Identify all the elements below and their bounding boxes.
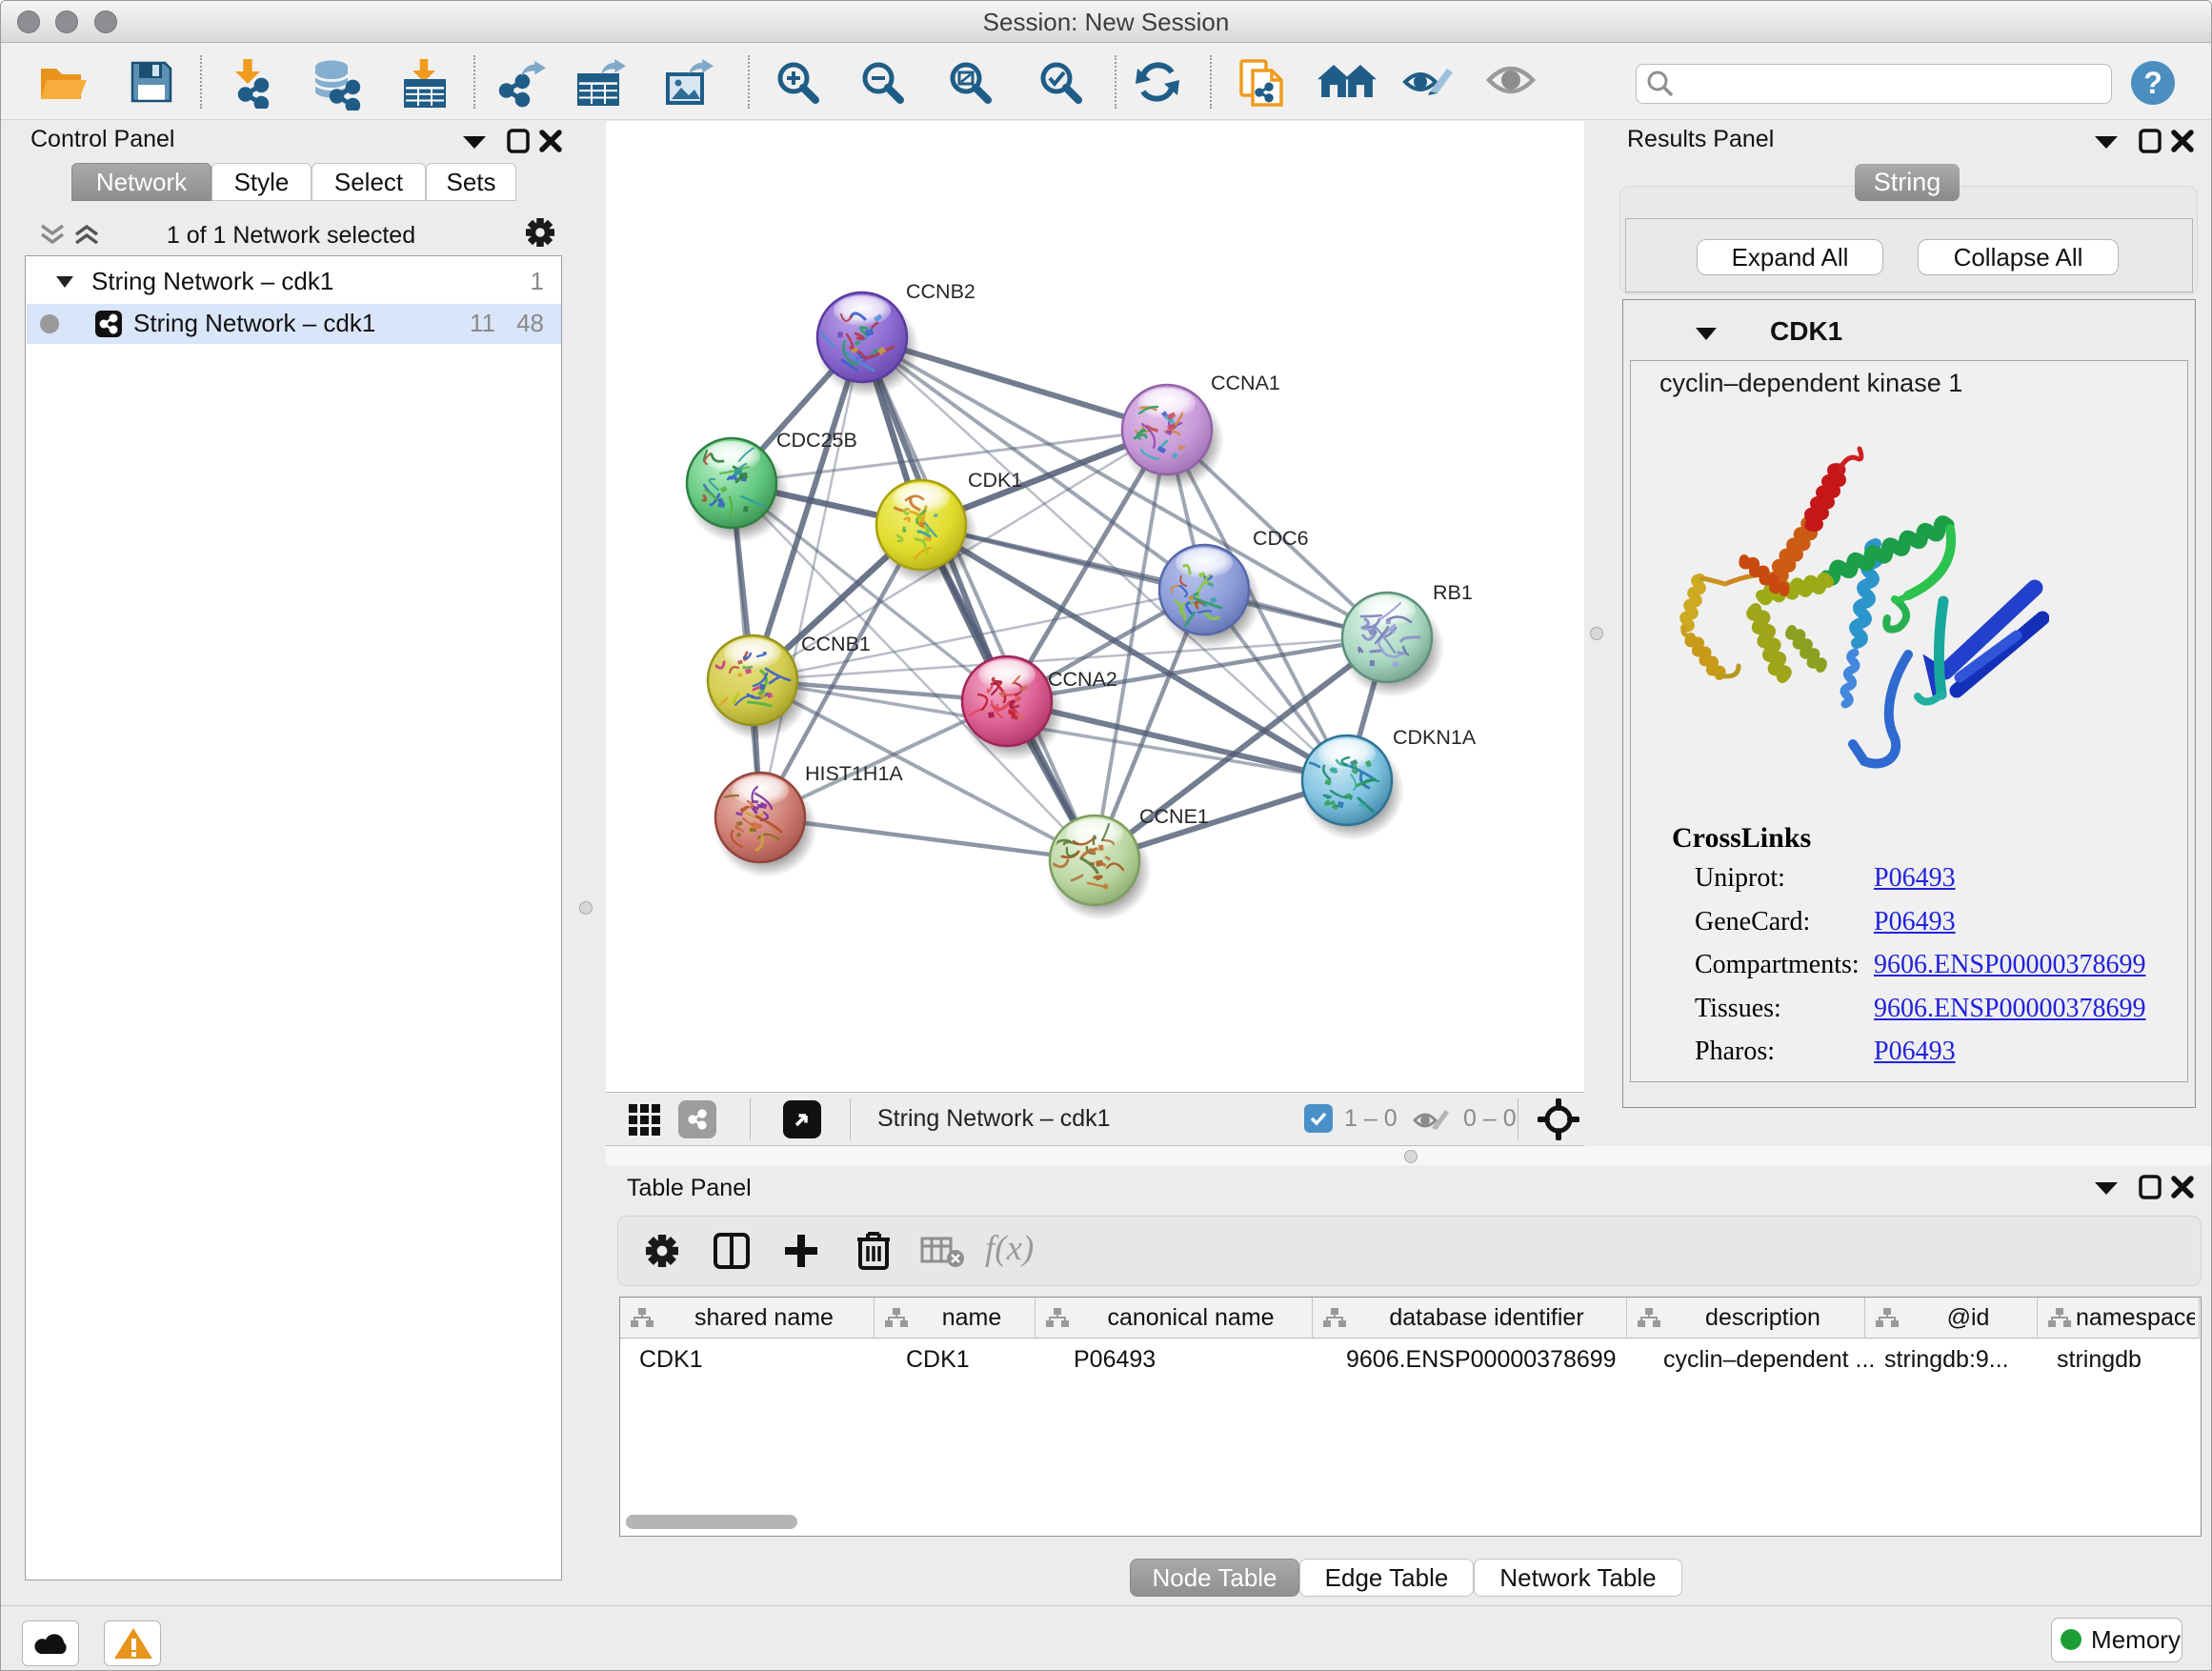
- svg-text:CDK1: CDK1: [968, 469, 1022, 492]
- svg-text:CDC6: CDC6: [1253, 527, 1309, 550]
- svg-text:CCNE1: CCNE1: [1139, 805, 1209, 828]
- svg-text:CCNA1: CCNA1: [1211, 372, 1280, 394]
- svg-text:CCNB1: CCNB1: [801, 633, 871, 655]
- svg-text:CCNB2: CCNB2: [906, 280, 975, 303]
- svg-text:?: ?: [2143, 66, 2162, 100]
- svg-text:CDKN1A: CDKN1A: [1393, 726, 1477, 749]
- svg-text:CDC25B: CDC25B: [776, 429, 857, 452]
- svg-text:HIST1H1A: HIST1H1A: [805, 762, 903, 785]
- svg-text:RB1: RB1: [1433, 581, 1473, 604]
- svg-text:CCNA2: CCNA2: [1048, 668, 1117, 691]
